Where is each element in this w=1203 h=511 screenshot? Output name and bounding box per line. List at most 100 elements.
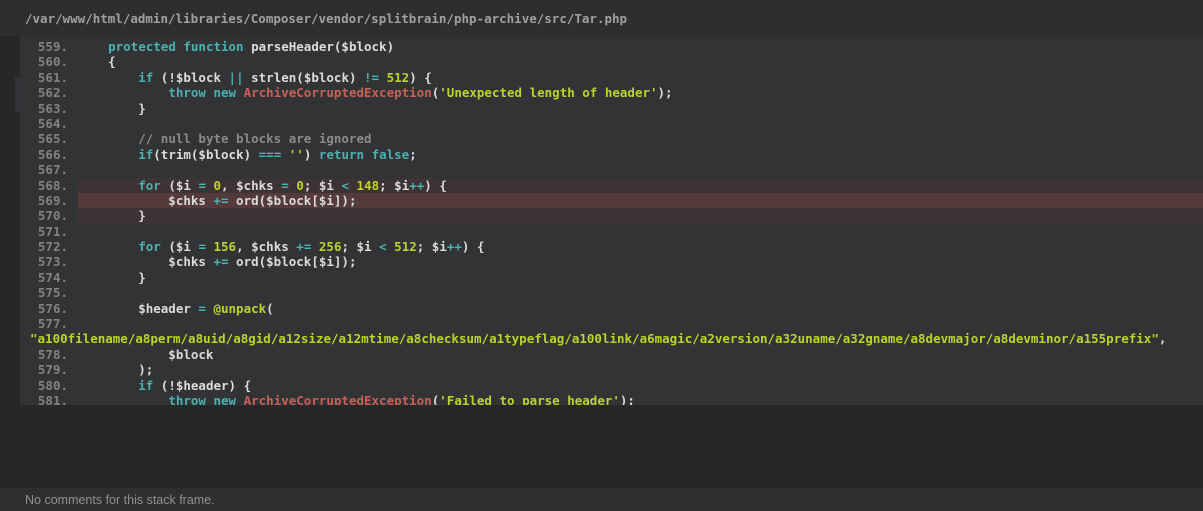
line-number: 579.	[20, 362, 78, 377]
code-token: ($i	[161, 239, 199, 254]
code-token	[78, 39, 108, 54]
code-text: );	[78, 362, 1203, 377]
code-text: $chks += ord($block[$i]);	[78, 254, 1203, 269]
code-token: function	[183, 39, 243, 54]
code-token: , $chks	[236, 239, 296, 254]
code-token: ; $i	[379, 178, 409, 193]
code-line: 565. // null byte blocks are ignored	[20, 131, 1203, 146]
code-token: }	[78, 270, 146, 285]
code-text: if (!$header) {	[78, 378, 1203, 393]
code-token: ,	[1159, 331, 1167, 346]
code-token: $header	[78, 301, 198, 316]
code-line: 559. protected function parseHeader($blo…	[20, 39, 1203, 54]
line-number: 561.	[20, 70, 78, 85]
file-path: /var/www/html/admin/libraries/Composer/v…	[25, 11, 627, 26]
code-token: 512	[394, 239, 417, 254]
code-token: 156	[214, 239, 237, 254]
code-token: , $chks	[221, 178, 281, 193]
code-line: 563. }	[20, 101, 1203, 116]
code-token	[78, 239, 138, 254]
code-token: if	[138, 378, 153, 393]
code-token: throw	[168, 393, 206, 405]
line-number: 567.	[20, 162, 78, 177]
code-token	[236, 85, 244, 100]
code-token: 256	[319, 239, 342, 254]
code-token: protected	[108, 39, 176, 54]
code-token: ) {	[424, 178, 447, 193]
code-token: (	[266, 301, 274, 316]
code-line: 571.	[20, 224, 1203, 239]
code-token: )	[304, 147, 319, 162]
code-token	[236, 393, 244, 405]
code-token	[206, 178, 214, 193]
no-comments-message: No comments for this stack frame.	[25, 493, 215, 507]
code-token: ord($block[$i]);	[229, 193, 357, 208]
code-token	[379, 70, 387, 85]
code-line: 578. $block	[20, 347, 1203, 362]
code-token: );	[620, 393, 635, 405]
code-text: if(trim($block) === '') return false;	[78, 147, 1203, 162]
code-token	[78, 393, 168, 405]
code-snippet-panel[interactable]: 559. protected function parseHeader($blo…	[20, 36, 1203, 405]
code-token: $block	[78, 347, 213, 362]
line-number: 560.	[20, 54, 78, 69]
code-text: throw new ArchiveCorruptedException('Fai…	[78, 393, 1203, 405]
line-number: 580.	[20, 378, 78, 393]
code-token: ''	[289, 147, 304, 162]
code-token	[78, 131, 138, 146]
code-line: 581. throw new ArchiveCorruptedException…	[20, 393, 1203, 405]
code-token: (!$header) {	[153, 378, 251, 393]
code-token: );	[658, 85, 673, 100]
line-number: 562.	[20, 85, 78, 100]
code-token: ($i	[161, 178, 199, 193]
code-line: 575.	[20, 285, 1203, 300]
code-token: ++	[447, 239, 462, 254]
code-token: );	[78, 362, 153, 377]
code-token	[78, 378, 138, 393]
line-number: 581.	[20, 393, 78, 405]
code-text: $header = @unpack(	[78, 301, 1203, 316]
code-token: ord($block[$i]);	[229, 254, 357, 269]
code-text: if (!$block || strlen($block) != 512) {	[78, 70, 1203, 85]
code-line: "a100filename/a8perm/a8uid/a8gid/a12size…	[20, 331, 1203, 346]
code-token: 148	[357, 178, 380, 193]
file-path-bar[interactable]: /var/www/html/admin/libraries/Composer/v…	[0, 0, 1203, 36]
code-line: 574. }	[20, 270, 1203, 285]
code-token: ; $i	[304, 178, 342, 193]
code-lines: 559. protected function parseHeader($blo…	[20, 39, 1203, 405]
code-line: 576. $header = @unpack(	[20, 301, 1203, 316]
code-token: ) {	[462, 239, 485, 254]
code-token: }	[78, 208, 146, 223]
code-token: ; $i	[341, 239, 379, 254]
code-token: ++	[409, 178, 424, 193]
code-token	[349, 178, 357, 193]
code-token	[364, 147, 372, 162]
code-text	[78, 316, 1203, 331]
code-token: 'Failed to parse header'	[439, 393, 620, 405]
code-token	[78, 147, 138, 162]
code-token: ) {	[409, 70, 432, 85]
code-text: }	[78, 208, 1203, 223]
code-token: =	[198, 178, 206, 193]
line-number: 565.	[20, 131, 78, 146]
code-token: <	[341, 178, 349, 193]
code-token: 'Unexpected length of header'	[439, 85, 657, 100]
code-token: return	[319, 147, 364, 162]
code-token: ===	[259, 147, 282, 162]
comments-footer: No comments for this stack frame.	[0, 488, 1203, 511]
line-number: 571.	[20, 224, 78, 239]
code-token: 512	[387, 70, 410, 85]
code-line: 560. {	[20, 54, 1203, 69]
code-token: +=	[213, 193, 228, 208]
code-token: ;	[409, 147, 417, 162]
code-token: 0	[214, 178, 222, 193]
code-token: $chks	[78, 193, 213, 208]
code-token: false	[372, 147, 410, 162]
code-text	[78, 116, 1203, 131]
code-text: "a100filename/a8perm/a8uid/a8gid/a12size…	[20, 331, 1203, 346]
code-token: new	[213, 85, 236, 100]
code-token	[206, 239, 214, 254]
code-token: new	[213, 393, 236, 405]
code-text: }	[78, 270, 1203, 285]
error-stack-frame-view: { "header": { "file_path": "/var/www/htm…	[0, 0, 1203, 511]
